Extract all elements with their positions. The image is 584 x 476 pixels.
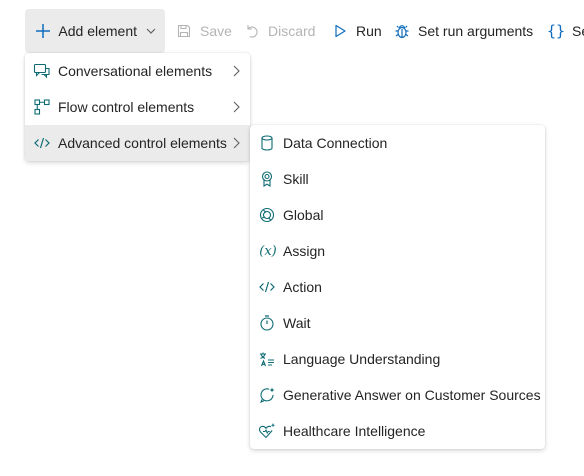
chevron-down-icon <box>145 25 157 37</box>
set-run-arguments-label: Set run arguments <box>418 23 534 39</box>
database-icon <box>258 134 276 152</box>
menu-item-advanced-control-elements[interactable]: Advanced control elements <box>25 125 250 161</box>
discard-label: Discard <box>268 23 316 39</box>
submenu-item-label: Assign <box>283 243 326 259</box>
save-icon <box>174 21 194 41</box>
bug-icon <box>392 21 412 41</box>
sparkle-chat-icon <box>258 386 276 404</box>
submenu-item-assign[interactable]: (x) Assign <box>250 233 545 269</box>
chevron-right-icon <box>230 136 242 150</box>
submenu-item-label: Language Understanding <box>283 351 441 367</box>
translate-icon <box>258 350 276 368</box>
run-button[interactable]: Run <box>322 9 390 53</box>
heart-sparkle-icon <box>258 422 276 440</box>
code-slash-icon <box>33 134 51 152</box>
menu-item-label: Flow control elements <box>58 99 195 115</box>
plus-icon <box>33 21 52 41</box>
globe-icon <box>258 206 276 224</box>
chevron-right-icon <box>230 64 242 78</box>
menu-item-flow-control-elements[interactable]: Flow control elements <box>25 89 250 125</box>
undo-icon <box>242 21 262 41</box>
submenu-item-label: Skill <box>283 171 309 187</box>
submenu-item-global[interactable]: Global <box>250 197 545 233</box>
chat-bubbles-icon <box>33 62 51 80</box>
ribbon-icon <box>258 170 276 188</box>
timer-icon <box>258 314 276 332</box>
run-label: Run <box>356 23 382 39</box>
toolbar: Add element Save Discard Run Set run arg… <box>0 9 584 53</box>
chevron-right-icon <box>230 100 242 114</box>
menu-item-label: Conversational elements <box>58 63 213 79</box>
add-element-label: Add element <box>58 23 137 39</box>
code-slash-icon <box>258 278 276 296</box>
save-label: Save <box>200 23 232 39</box>
advanced-control-submenu: Data Connection Skill Global (x) Assign … <box>250 125 545 449</box>
add-element-menu: Conversational elements Flow control ele… <box>25 53 250 161</box>
submenu-item-wait[interactable]: Wait <box>250 305 545 341</box>
submenu-item-skill[interactable]: Skill <box>250 161 545 197</box>
submenu-item-language-understanding[interactable]: Language Understanding <box>250 341 545 377</box>
submenu-item-label: Generative Answer on Customer Sources <box>283 387 541 403</box>
menu-item-label: Advanced control elements <box>58 135 227 151</box>
submenu-item-label: Global <box>283 207 324 223</box>
submenu-item-data-connection[interactable]: Data Connection <box>250 125 545 161</box>
flow-icon <box>33 98 51 116</box>
set-run-arguments-button[interactable]: Set run arguments <box>384 9 541 53</box>
discard-button[interactable]: Discard <box>234 9 323 53</box>
submenu-item-label: Wait <box>283 315 311 331</box>
editor-screen: Add element Save Discard Run Set run arg… <box>0 0 584 476</box>
save-button[interactable]: Save <box>166 9 240 53</box>
submenu-item-generative-answer[interactable]: Generative Answer on Customer Sources <box>250 377 545 413</box>
submenu-item-action[interactable]: Action <box>250 269 545 305</box>
play-icon <box>330 21 350 41</box>
braces-icon: {} <box>546 22 566 40</box>
add-element-button[interactable]: Add element <box>25 9 165 53</box>
menu-item-conversational-elements[interactable]: Conversational elements <box>25 53 250 89</box>
submenu-item-label: Healthcare Intelligence <box>283 423 426 439</box>
submenu-item-label: Action <box>283 279 322 295</box>
submenu-item-label: Data Connection <box>283 135 388 151</box>
variables-button[interactable]: {} Se <box>538 9 584 53</box>
variables-label: Se <box>572 23 584 39</box>
variable-icon: (x) <box>259 243 277 259</box>
submenu-item-healthcare-intelligence[interactable]: Healthcare Intelligence <box>250 413 545 449</box>
